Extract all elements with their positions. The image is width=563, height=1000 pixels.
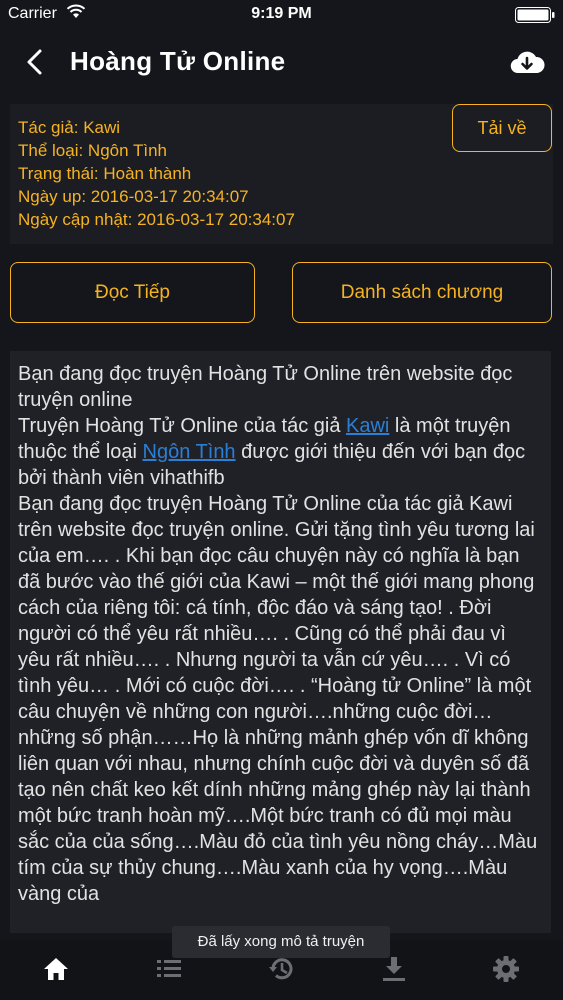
description-summary-line: Truyện Hoàng Tử Online của tác giả Kawi … (18, 413, 543, 491)
status-info: Trạng thái: Hoàn thành (18, 164, 192, 183)
author-link[interactable]: Kawi (346, 415, 389, 437)
author-info: Tác giả: Kawi (18, 118, 121, 137)
cloud-download-icon[interactable] (509, 47, 545, 77)
genre-info: Thể loại: Ngôn Tình (18, 141, 167, 160)
description-body: Bạn đang đọc truyện Hoàng Tử Online của … (18, 493, 538, 905)
home-icon[interactable] (41, 954, 71, 984)
settings-icon[interactable] (491, 954, 521, 984)
description-text: Truyện Hoàng Tử Online của tác giả (18, 415, 347, 437)
status-time: 9:19 PM (251, 5, 312, 22)
back-icon[interactable] (22, 46, 50, 78)
upload-date-info: Ngày up: 2016-03-17 20:34:07 (18, 187, 249, 206)
download-icon[interactable] (379, 954, 409, 984)
download-button[interactable]: Tải về (452, 104, 552, 152)
genre-link[interactable]: Ngôn Tình (143, 441, 236, 463)
description-intro: Bạn đang đọc truyện Hoàng Tử Online trên… (18, 363, 513, 411)
status-bar: Carrier 9:19 PM (0, 0, 563, 30)
page-title: Hoàng Tử Online (70, 46, 286, 76)
story-description: Bạn đang đọc truyện Hoàng Tử Online trên… (10, 351, 551, 933)
battery-icon (515, 7, 555, 23)
chapter-list-button[interactable]: Danh sách chương (292, 262, 552, 323)
list-icon[interactable] (154, 954, 184, 984)
continue-reading-button[interactable]: Đọc Tiếp (10, 262, 255, 323)
navigation-bar: Hoàng Tử Online (0, 30, 563, 94)
toast-message: Đã lấy xong mô tả truyện (172, 926, 390, 958)
update-date-info: Ngày cập nhật: 2016-03-17 20:34:07 (18, 210, 295, 229)
history-icon[interactable] (266, 954, 296, 984)
